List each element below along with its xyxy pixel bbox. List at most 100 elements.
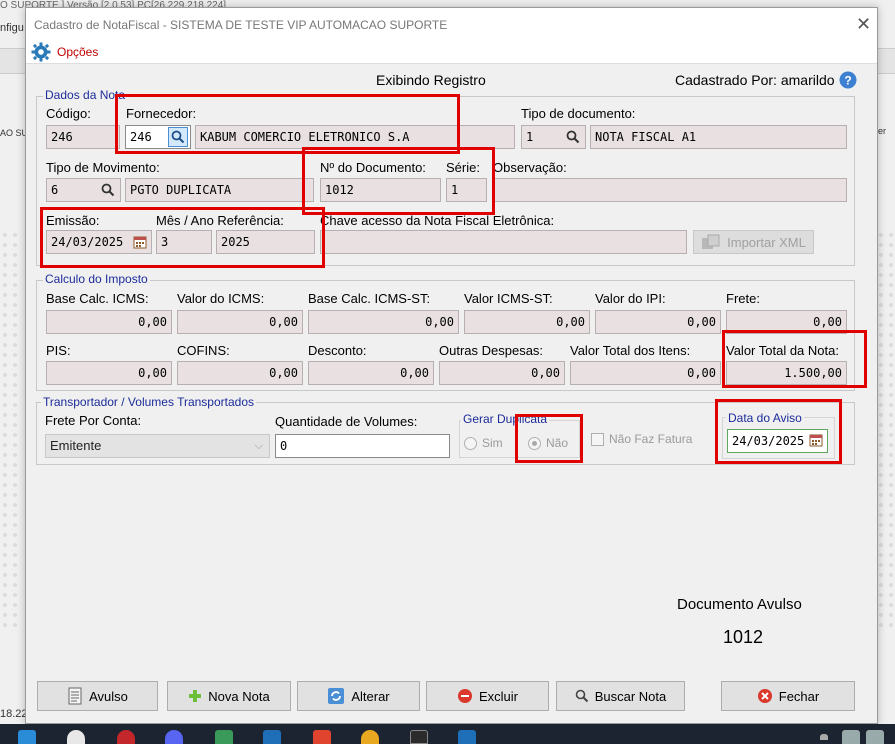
background-pattern [0, 230, 22, 630]
background-status-text: 18.22 [0, 708, 28, 720]
calendar-icon[interactable] [809, 433, 823, 447]
app-icon[interactable] [458, 730, 476, 744]
app-icon[interactable] [165, 730, 183, 744]
radio-sim[interactable]: Sim [464, 436, 503, 450]
tray-icon[interactable] [820, 734, 828, 740]
nao-faz-fatura-label: Não Faz Fatura [609, 432, 693, 446]
ano-field[interactable]: 2025 [216, 230, 315, 254]
excluir-button-label: Excluir [478, 688, 518, 704]
app-icon[interactable] [215, 730, 233, 744]
excluir-button[interactable]: Excluir [426, 681, 549, 711]
search-icon [575, 689, 588, 703]
pis-label: PIS: [46, 343, 71, 358]
nova-nota-button[interactable]: Nova Nota [167, 681, 291, 711]
close-icon[interactable]: ✕ [856, 14, 871, 35]
valor-ipi-label: Valor do IPI: [595, 291, 666, 306]
emissao-label: Emissão: [46, 213, 100, 228]
frete-conta-label: Frete Por Conta: [45, 413, 142, 428]
app-icon[interactable] [410, 730, 428, 744]
frete-conta-select[interactable]: Emitente ⌵ [45, 434, 270, 458]
observacao-field[interactable] [493, 178, 847, 202]
app-icon[interactable] [313, 730, 331, 744]
codigo-field[interactable]: 246 [46, 125, 120, 149]
registered-by-text: Cadastrado Por: amarildo [675, 72, 835, 88]
valor-icms-field[interactable]: 0,00 [177, 310, 303, 334]
document-icon [68, 687, 82, 705]
chevron-down-icon: ⌵ [254, 440, 263, 452]
valor-icms-label: Valor do ICMS: [177, 291, 265, 306]
valor-icms-st-field[interactable]: 0,00 [464, 310, 590, 334]
menu-opcoes[interactable]: Opções [57, 45, 98, 59]
base-icms-st-field[interactable]: 0,00 [308, 310, 459, 334]
app-icon[interactable] [18, 730, 36, 744]
desconto-field[interactable]: 0,00 [308, 361, 434, 385]
app-icon[interactable] [263, 730, 281, 744]
help-icon[interactable]: ? [839, 71, 857, 89]
gear-icon [31, 42, 51, 62]
valor-ipi-field[interactable]: 0,00 [595, 310, 721, 334]
radio-nao[interactable]: Não [528, 436, 568, 450]
nota-fiscal-dialog: Cadastro de NotaFiscal - SISTEMA DE TEST… [25, 7, 878, 724]
radio-sim-dot [464, 436, 477, 450]
menubar: Opções [26, 40, 877, 64]
app-icon[interactable] [361, 730, 379, 744]
num-doc-field[interactable]: 1012 [320, 178, 441, 202]
total-itens-field[interactable]: 0,00 [570, 361, 721, 385]
tray-icon[interactable] [842, 730, 860, 744]
avulso-button[interactable]: Avulso [37, 681, 158, 711]
checkbox-box [591, 432, 604, 446]
radio-nao-label: Não [546, 436, 569, 450]
tipo-mov-search-button[interactable] [98, 180, 118, 200]
fechar-button[interactable]: Fechar [721, 681, 855, 711]
gerar-duplicata-title: Gerar Duplicata [461, 412, 550, 426]
total-nota-field[interactable]: 1.500,00 [726, 361, 847, 385]
documento-avulso-label: Documento Avulso [677, 596, 802, 613]
buscar-nota-button[interactable]: Buscar Nota [556, 681, 685, 711]
base-icms-label: Base Calc. ICMS: [46, 291, 149, 306]
importar-xml-button[interactable]: Importar XML [693, 230, 814, 254]
refresh-icon [328, 688, 345, 704]
alterar-button[interactable]: Alterar [297, 681, 420, 711]
desconto-label: Desconto: [308, 343, 367, 358]
outras-despesas-label: Outras Despesas: [439, 343, 544, 358]
outras-despesas-field[interactable]: 0,00 [439, 361, 565, 385]
calculo-title: Calculo do Imposto [43, 272, 150, 286]
total-itens-label: Valor Total dos Itens: [570, 343, 691, 358]
radio-sim-label: Sim [482, 436, 503, 450]
serie-field[interactable]: 1 [446, 178, 487, 202]
documento-avulso-number: 1012 [723, 627, 764, 647]
search-icon [171, 130, 185, 144]
taskbar [0, 724, 895, 744]
cofins-field[interactable]: 0,00 [177, 361, 303, 385]
chave-field[interactable] [320, 230, 687, 254]
importar-xml-label: Importar XML [727, 234, 806, 250]
avulso-button-label: Avulso [89, 688, 128, 704]
nao-faz-fatura-checkbox[interactable]: Não Faz Fatura [591, 432, 692, 446]
pis-field[interactable]: 0,00 [46, 361, 172, 385]
search-icon [566, 130, 580, 144]
app-icon[interactable] [67, 730, 85, 744]
dados-nota-title: Dados da Nota [43, 88, 128, 102]
mes-field[interactable]: 3 [156, 230, 212, 254]
tipo-doc-name-field[interactable]: NOTA FISCAL A1 [590, 125, 847, 149]
background-menu: nfigu [0, 22, 24, 34]
plus-icon [189, 690, 202, 702]
app-icon[interactable] [117, 730, 135, 744]
qtd-volumes-field[interactable]: 0 [275, 434, 450, 458]
tipo-mov-name-field[interactable]: PGTO DUPLICATA [125, 178, 314, 202]
base-icms-field[interactable]: 0,00 [46, 310, 172, 334]
chave-label: Chave acesso da Nota Fiscal Eletrônica: [320, 213, 555, 228]
valor-icms-st-label: Valor ICMS-ST: [464, 291, 553, 306]
window-title: Cadastro de NotaFiscal - SISTEMA DE TEST… [34, 18, 448, 32]
tray-icon[interactable] [866, 730, 884, 744]
fornecedor-search-button[interactable] [168, 127, 188, 147]
frete-field[interactable]: 0,00 [726, 310, 847, 334]
total-nota-label: Valor Total da Nota: [726, 343, 839, 358]
radio-nao-dot [528, 436, 541, 450]
data-aviso-title: Data do Aviso [726, 411, 804, 425]
tipo-doc-search-button[interactable] [563, 127, 583, 147]
calendar-icon[interactable] [133, 235, 147, 249]
tipo-mov-label: Tipo de Movimento: [46, 160, 160, 175]
fornecedor-name-field[interactable]: KABUM COMERCIO ELETRONICO S.A [195, 125, 515, 149]
nova-nota-button-label: Nova Nota [208, 688, 270, 704]
